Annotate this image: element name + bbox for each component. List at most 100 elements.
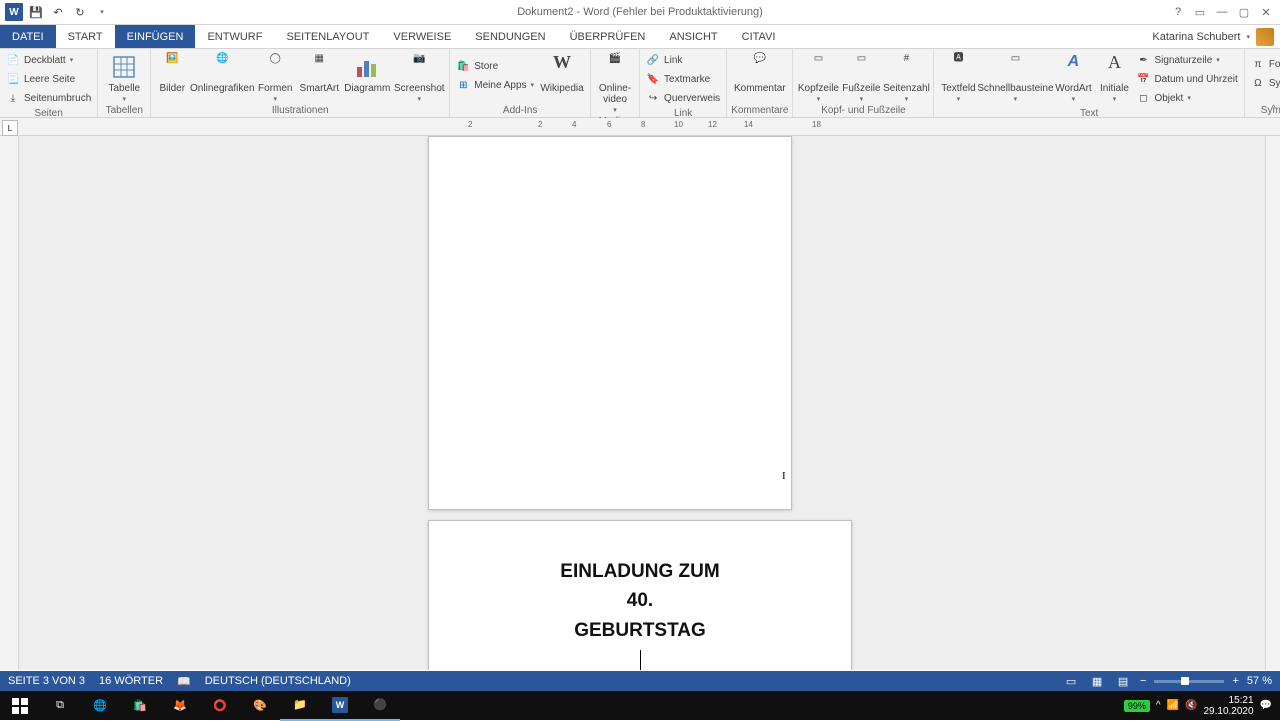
zoom-slider[interactable] — [1154, 680, 1224, 683]
group-medien: 🎬Online-video▾ Medien — [591, 49, 640, 117]
ruler-vertical[interactable] — [0, 136, 19, 670]
tray-network-icon[interactable]: 📶 — [1167, 700, 1179, 711]
seitenzahl-button[interactable]: #Seitenzahl▾ — [883, 51, 929, 104]
tab-entwurf[interactable]: ENTWURF — [195, 25, 274, 48]
status-page[interactable]: SEITE 3 VON 3 — [8, 675, 85, 687]
zoom-out-icon[interactable]: − — [1140, 675, 1146, 687]
view-web-icon[interactable]: ▤ — [1114, 673, 1132, 689]
notifications-icon[interactable]: 💬 — [1260, 700, 1272, 711]
paint-icon[interactable]: 🎨 — [240, 691, 280, 720]
onlinegrafiken-button[interactable]: 🌐Onlinegrafiken — [191, 51, 253, 94]
tab-ueberpruefen[interactable]: ÜBERPRÜFEN — [558, 25, 658, 48]
zoom-in-icon[interactable]: + — [1232, 675, 1238, 687]
save-icon[interactable]: 💾 — [26, 2, 46, 22]
explorer-icon[interactable]: 📁 — [280, 690, 320, 721]
group-label-addins: Add-Ins — [503, 104, 537, 117]
onlinevideo-button[interactable]: 🎬Online-video▾ — [595, 51, 635, 115]
store-taskbar-icon[interactable]: 🛍️ — [120, 691, 160, 720]
document-area[interactable]: EINLADUNG ZUM 40. GEBURTSTAG I — [0, 136, 1280, 670]
word-app-icon[interactable]: W — [4, 2, 24, 22]
fusszeile-button[interactable]: ▭Fußzeile▾ — [841, 51, 881, 104]
tab-seitenlayout[interactable]: SEITENLAYOUT — [274, 25, 381, 48]
help-icon[interactable]: ? — [1168, 2, 1188, 22]
smartart-button[interactable]: ▦SmartArt — [297, 51, 341, 94]
firefox-icon[interactable]: 🦊 — [160, 691, 200, 720]
edge-icon[interactable]: 🌐 — [80, 691, 120, 720]
word-taskbar-icon[interactable]: W — [320, 690, 360, 721]
ribbon-display-icon[interactable]: ▭ — [1190, 2, 1210, 22]
symbol-button[interactable]: ΩSymbol▾ — [1249, 74, 1280, 92]
view-print-icon[interactable]: ▦ — [1088, 673, 1106, 689]
maximize-icon[interactable]: ▢ — [1234, 2, 1254, 22]
collapse-ribbon-icon[interactable]: ^ — [1271, 104, 1276, 115]
ruler-horizontal[interactable]: L 2 2 4 6 8 10 12 14 18 — [0, 118, 1280, 136]
redo-icon[interactable]: ↻ — [70, 2, 90, 22]
tab-selector[interactable]: L — [2, 120, 18, 136]
store-button[interactable]: 🛍️Store — [454, 57, 500, 75]
video-icon: 🎬 — [601, 53, 629, 81]
initiale-button[interactable]: AInitiale▾ — [1096, 51, 1132, 104]
start-button[interactable] — [0, 691, 40, 720]
textmarke-button[interactable]: 🔖Textmarke — [644, 70, 712, 88]
kopfzeile-button[interactable]: ▭Kopfzeile▾ — [797, 51, 839, 104]
document-text[interactable]: EINLADUNG ZUM 40. GEBURTSTAG — [459, 557, 821, 670]
view-read-icon[interactable]: ▭ — [1062, 673, 1080, 689]
line1: EINLADUNG ZUM — [459, 557, 821, 586]
querverweis-button[interactable]: ↪Querverweis — [644, 89, 722, 107]
tab-sendungen[interactable]: SENDUNGEN — [463, 25, 557, 48]
page-current[interactable]: EINLADUNG ZUM 40. GEBURTSTAG — [428, 520, 852, 670]
tab-start[interactable]: START — [56, 25, 115, 48]
wikipedia-button[interactable]: WWikipedia — [538, 51, 586, 94]
signaturzeile-button[interactable]: ✒Signaturzeile▾ — [1134, 51, 1221, 69]
textbox-icon: 🅰 — [944, 53, 972, 81]
group-label-tabellen: Tabellen — [106, 104, 143, 117]
tab-citavi[interactable]: CITAVI — [730, 25, 788, 48]
status-proofing-icon[interactable]: 📖 — [177, 675, 191, 688]
qat-customize-icon[interactable]: ▾ — [92, 2, 112, 22]
tray-volume-icon[interactable]: 🔇 — [1185, 700, 1197, 711]
tray-chevron-icon[interactable]: ^ — [1156, 700, 1161, 711]
status-language[interactable]: DEUTSCH (DEUTSCHLAND) — [205, 675, 351, 687]
clock[interactable]: 15:21 29.10.2020 — [1203, 695, 1253, 717]
schnellbausteine-button[interactable]: ▭Schnellbausteine▾ — [980, 51, 1050, 104]
tab-verweise[interactable]: VERWEISE — [381, 25, 463, 48]
tabelle-button[interactable]: Tabelle▾ — [102, 51, 146, 104]
objekt-button[interactable]: ◻Objekt▾ — [1134, 89, 1192, 107]
meine-apps-button[interactable]: ⊞Meine Apps▾ — [454, 76, 536, 94]
screenshot-button[interactable]: 📷Screenshot▾ — [393, 51, 445, 104]
textfeld-button[interactable]: 🅰Textfeld▾ — [938, 51, 978, 104]
undo-icon[interactable]: ↶ — [48, 2, 68, 22]
link-button[interactable]: 🔗Link — [644, 51, 684, 69]
smartart-icon: ▦ — [305, 53, 333, 81]
diagramm-button[interactable]: Diagramm — [343, 51, 391, 94]
header-icon: ▭ — [804, 53, 832, 81]
leere-seite-button[interactable]: 📃Leere Seite — [4, 70, 77, 88]
wordart-button[interactable]: AWordArt▾ — [1052, 51, 1094, 104]
close-icon[interactable]: ✕ — [1256, 2, 1276, 22]
zoom-level[interactable]: 57 % — [1247, 675, 1272, 687]
obs-icon[interactable]: ⚫ — [360, 690, 400, 721]
datum-uhrzeit-button[interactable]: 📅Datum und Uhrzeit — [1134, 70, 1239, 88]
user-avatar[interactable] — [1256, 28, 1274, 46]
bilder-button[interactable]: 🖼️Bilder — [155, 51, 189, 94]
kommentar-button[interactable]: 💬Kommentar — [733, 51, 787, 94]
user-menu-icon[interactable]: ▾ — [1246, 33, 1250, 41]
user-name[interactable]: Katarina Schubert — [1152, 31, 1240, 43]
tab-datei[interactable]: DATEI — [0, 25, 56, 48]
scrollbar-vertical[interactable] — [1265, 136, 1280, 670]
chart-icon — [353, 53, 381, 81]
taskview-icon[interactable]: ⧉ — [40, 691, 80, 720]
minimize-icon[interactable]: — — [1212, 2, 1232, 22]
page-previous[interactable] — [428, 136, 792, 510]
comment-icon: 💬 — [746, 53, 774, 81]
tab-einfuegen[interactable]: EINFÜGEN — [115, 25, 196, 48]
formel-button[interactable]: πFormel▾ — [1249, 55, 1280, 73]
battery-indicator[interactable]: 99% — [1124, 700, 1150, 712]
line2: 40. — [459, 586, 821, 615]
deckblatt-button[interactable]: 📄Deckblatt▾ — [4, 51, 75, 69]
chrome-icon[interactable]: ⭕ — [200, 691, 240, 720]
formen-button[interactable]: ◯Formen▾ — [255, 51, 295, 104]
seitenumbruch-button[interactable]: ⤓Seitenumbruch — [4, 89, 93, 107]
tab-ansicht[interactable]: ANSICHT — [657, 25, 729, 48]
status-words[interactable]: 16 WÖRTER — [99, 675, 163, 687]
